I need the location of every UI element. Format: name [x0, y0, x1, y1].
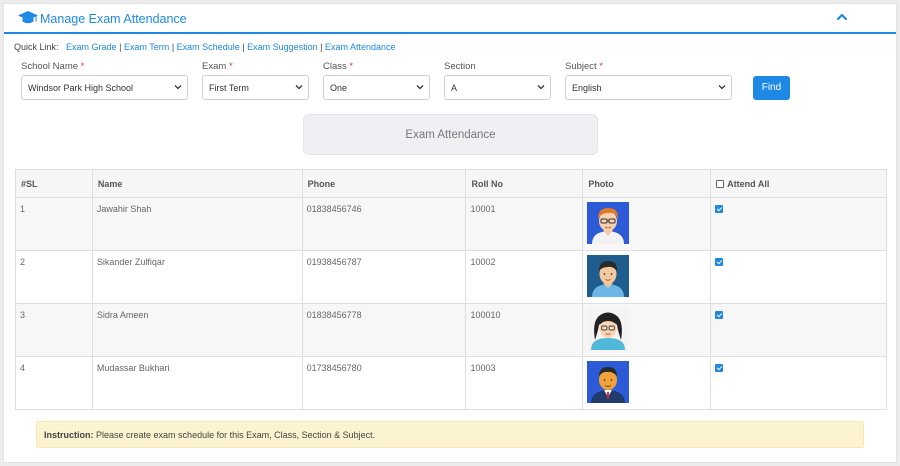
- cell-roll-no: 100010: [465, 303, 584, 357]
- table-header-row: #SL Name Phone Roll No Photo Attend All: [15, 169, 887, 198]
- required-mark: *: [349, 61, 354, 72]
- cell-attend: [710, 303, 887, 357]
- cell-name: Sikander Zulfiqar: [91, 250, 303, 304]
- exam-value: First Term: [209, 83, 249, 93]
- instruction-alert: Instruction: Please create exam schedule…: [36, 421, 864, 448]
- attend-checkbox[interactable]: [715, 311, 724, 319]
- attend-all-checkbox[interactable]: [716, 179, 725, 188]
- header-sl: #SL: [15, 169, 93, 198]
- required-mark: *: [80, 61, 85, 72]
- cell-sl: 3: [15, 303, 93, 357]
- quick-link-label: Quick Link:: [14, 42, 59, 52]
- table-row: 1 Jawahir Shah 01838456746 10001: [15, 197, 887, 251]
- cell-sl: 4: [15, 356, 93, 410]
- required-mark: *: [599, 61, 604, 72]
- cell-photo: [582, 197, 712, 251]
- table-row: 3 Sidra Ameen 01838456778 100010: [15, 303, 887, 357]
- chevron-down-icon: [718, 85, 726, 90]
- chevron-down-icon: [537, 85, 545, 90]
- instruction-label: Instruction:: [44, 430, 94, 440]
- class-label: Class *: [323, 61, 354, 72]
- school-name-label: School Name *: [21, 61, 85, 72]
- cell-attend: [710, 250, 887, 304]
- required-mark: *: [228, 61, 233, 72]
- student-photo-avatar: [587, 308, 630, 350]
- cell-photo: [582, 303, 712, 357]
- header-attend-all: Attend All: [710, 169, 887, 198]
- instruction-text: Please create exam schedule for this Exa…: [96, 430, 376, 440]
- school-name-value: Windsor Park High School: [28, 83, 134, 93]
- section-select[interactable]: A: [444, 75, 551, 100]
- cell-roll-no: 10002: [465, 250, 584, 304]
- exam-select[interactable]: First Term: [202, 75, 309, 100]
- quick-link-exam-schedule[interactable]: Exam Schedule: [177, 42, 240, 52]
- exam-attendance-panel: Manage Exam Attendance Quick Link: Exam …: [3, 3, 897, 463]
- cell-sl: 2: [15, 250, 93, 304]
- attend-checkbox[interactable]: [715, 364, 724, 372]
- chevron-down-icon: [174, 85, 182, 90]
- table-row: 4 Mudassar Bukhari 01738456780 10003: [15, 356, 887, 410]
- page-title: Manage Exam Attendance: [40, 12, 187, 26]
- quick-link-exam-grade[interactable]: Exam Grade: [66, 42, 117, 52]
- cell-name: Mudassar Bukhari: [91, 356, 303, 410]
- attend-checkbox[interactable]: [715, 205, 724, 213]
- attend-checkbox[interactable]: [715, 258, 724, 266]
- cell-roll-no: 10001: [465, 197, 584, 251]
- class-select[interactable]: One: [323, 75, 430, 100]
- cell-sl: 1: [15, 197, 93, 251]
- quick-link-exam-term[interactable]: Exam Term: [124, 42, 169, 52]
- header-roll-no: Roll No: [465, 169, 584, 198]
- exam-attendance-button[interactable]: Exam Attendance: [303, 114, 598, 155]
- header-phone: Phone: [301, 169, 467, 198]
- quick-links: Quick Link: Exam Grade | Exam Term | Exa…: [14, 42, 396, 52]
- subject-select[interactable]: English: [565, 75, 732, 100]
- quick-link-separator: |: [119, 42, 122, 52]
- cell-roll-no: 10003: [465, 356, 584, 410]
- chevron-up-icon[interactable]: [835, 11, 849, 23]
- chevron-down-icon: [295, 85, 303, 90]
- subject-value: English: [572, 83, 602, 93]
- quick-link-separator: |: [242, 42, 245, 52]
- cell-name: Jawahir Shah: [91, 197, 303, 251]
- student-photo-avatar: [587, 361, 630, 403]
- cell-attend: [710, 197, 887, 251]
- cell-photo: [582, 250, 712, 304]
- student-photo-avatar: [587, 202, 630, 244]
- cell-attend: [710, 356, 887, 410]
- cell-name: Sidra Ameen: [91, 303, 303, 357]
- cell-phone: 01738456780: [301, 356, 467, 410]
- exam-label: Exam *: [202, 61, 233, 72]
- quick-link-separator: |: [171, 42, 175, 52]
- attend-all-label: Attend All: [727, 178, 770, 189]
- graduation-cap-icon: [18, 11, 38, 24]
- section-label: Section: [444, 61, 476, 72]
- class-value: One: [330, 83, 348, 93]
- chevron-down-icon: [416, 85, 424, 90]
- school-name-select[interactable]: Windsor Park High School: [21, 75, 188, 100]
- cell-photo: [582, 356, 712, 410]
- section-value: A: [451, 83, 458, 93]
- cell-phone: 01838456778: [301, 303, 467, 357]
- subject-label: Subject *: [565, 61, 604, 72]
- header-photo: Photo: [582, 169, 712, 198]
- attendance-table: #SL Name Phone Roll No Photo Attend All …: [15, 169, 887, 410]
- cell-phone: 01938456787: [301, 250, 467, 304]
- header-name: Name: [91, 169, 303, 198]
- student-photo-avatar: [587, 255, 630, 297]
- cell-phone: 01838456746: [301, 197, 467, 251]
- quick-link-exam-attendance[interactable]: Exam Attendance: [325, 42, 396, 52]
- quick-link-exam-suggestion[interactable]: Exam Suggestion: [247, 42, 318, 52]
- find-button[interactable]: Find: [753, 76, 790, 100]
- quick-link-separator: |: [320, 42, 323, 52]
- panel-header: Manage Exam Attendance: [4, 4, 896, 34]
- table-row: 2 Sikander Zulfiqar 01938456787 10002: [15, 250, 887, 304]
